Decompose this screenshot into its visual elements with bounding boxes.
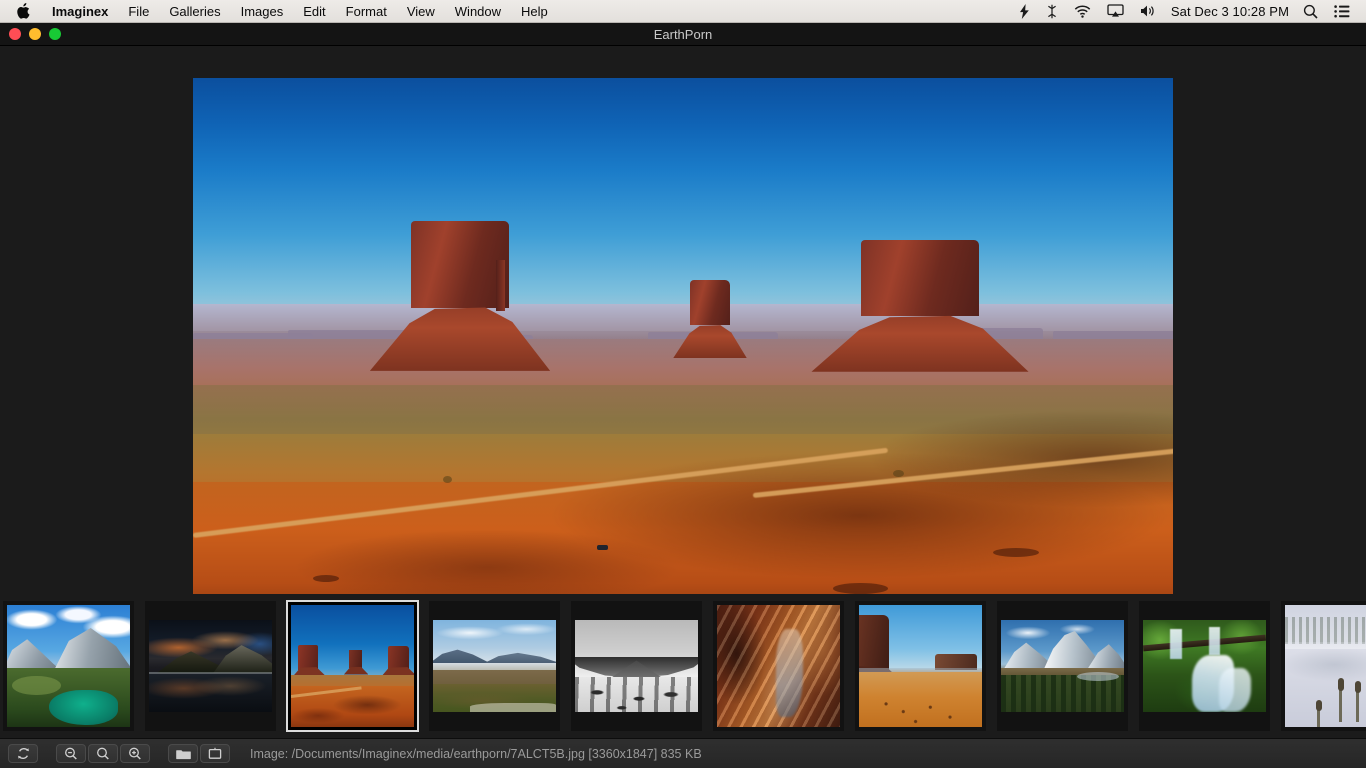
menu-window[interactable]: Window (445, 0, 511, 22)
apple-logo-icon[interactable] (0, 0, 42, 22)
close-button[interactable] (9, 28, 21, 40)
open-folder-button[interactable] (168, 744, 198, 763)
minimize-button[interactable] (29, 28, 41, 40)
thumbnail-strip[interactable] (0, 594, 1366, 738)
photo-rock-speck (833, 583, 888, 594)
toolbar-zoom-group (56, 744, 152, 763)
zoom-fit-button[interactable] (88, 744, 118, 763)
thumbnail-mossy-waterfall[interactable] (1139, 601, 1270, 731)
wifi-icon[interactable] (1066, 0, 1099, 22)
menu-file[interactable]: File (118, 0, 159, 22)
toolbar-file-group (168, 744, 232, 763)
menubar-clock[interactable]: Sat Dec 3 10:28 PM (1163, 0, 1295, 22)
rotate-icon (17, 747, 30, 760)
photo-shrub (443, 476, 452, 483)
status-bar-text: Image: /Documents/Imaginex/media/earthpo… (250, 746, 702, 761)
maximize-button[interactable] (49, 28, 61, 40)
photo-butte-left (369, 220, 551, 371)
bluetooth-icon[interactable] (1038, 0, 1066, 22)
thumbnail-misty-lake-cattails[interactable] (1281, 601, 1366, 731)
zoom-out-button[interactable] (56, 744, 86, 763)
traffic-light-controls (0, 28, 61, 40)
photo-shrub (893, 470, 904, 477)
magnifier-minus-icon (64, 747, 78, 760)
menu-help[interactable]: Help (511, 0, 558, 22)
presentation-screen-icon (208, 747, 222, 760)
spotlight-search-icon[interactable] (1295, 0, 1326, 22)
toolbar-transform-group (8, 744, 40, 763)
menu-app-name[interactable]: Imaginex (42, 0, 118, 22)
thumbnail-teton-mountains[interactable] (997, 601, 1128, 731)
photo-rock-speck (313, 575, 339, 582)
app-window: EarthPorn Image: /Documents/Imaginex/med… (0, 23, 1366, 768)
slideshow-button[interactable] (200, 744, 230, 763)
main-photo[interactable] (193, 78, 1173, 594)
flash-bolt-icon[interactable] (1011, 0, 1038, 22)
volume-icon[interactable] (1132, 0, 1163, 22)
menu-galleries[interactable]: Galleries (159, 0, 230, 22)
image-viewer-canvas[interactable] (0, 46, 1366, 594)
folder-icon (175, 748, 191, 760)
zoom-in-button[interactable] (120, 744, 150, 763)
thumbnail-desert-mesa[interactable] (855, 601, 986, 731)
airplay-icon[interactable] (1099, 0, 1132, 22)
photo-sky (193, 78, 1173, 332)
thumbnail-slot-canyon[interactable] (713, 601, 844, 731)
menu-edit[interactable]: Edit (293, 0, 335, 22)
photo-butte-right (811, 239, 1029, 372)
photo-rock-speck (993, 548, 1039, 557)
menu-images[interactable]: Images (231, 0, 294, 22)
thumbnail-bw-snow-crater[interactable] (571, 601, 702, 731)
photo-butte-middle (673, 280, 747, 359)
thumbnail-monument-valley[interactable] (286, 600, 419, 732)
window-title: EarthPorn (653, 26, 713, 42)
mac-menu-bar: Imaginex File Galleries Images Edit Form… (0, 0, 1366, 23)
apple-logo-glyph (16, 3, 30, 19)
magnifier-icon (96, 747, 110, 760)
menu-format[interactable]: Format (336, 0, 397, 22)
menu-view[interactable]: View (397, 0, 445, 22)
thumbnail-snowy-farm-valley[interactable] (429, 601, 560, 731)
thumbnail-dark-mountain-reflection[interactable] (145, 601, 276, 731)
thumbnail-alpine-lake-valley[interactable] (3, 601, 134, 731)
bottom-toolbar: Image: /Documents/Imaginex/media/earthpo… (0, 738, 1366, 768)
magnifier-plus-icon (128, 747, 142, 760)
notification-center-icon[interactable] (1326, 0, 1358, 22)
photo-car (597, 545, 608, 550)
window-titlebar[interactable]: EarthPorn (0, 23, 1366, 46)
rotate-button[interactable] (8, 744, 38, 763)
photo-foreground-shadows (193, 390, 1173, 594)
